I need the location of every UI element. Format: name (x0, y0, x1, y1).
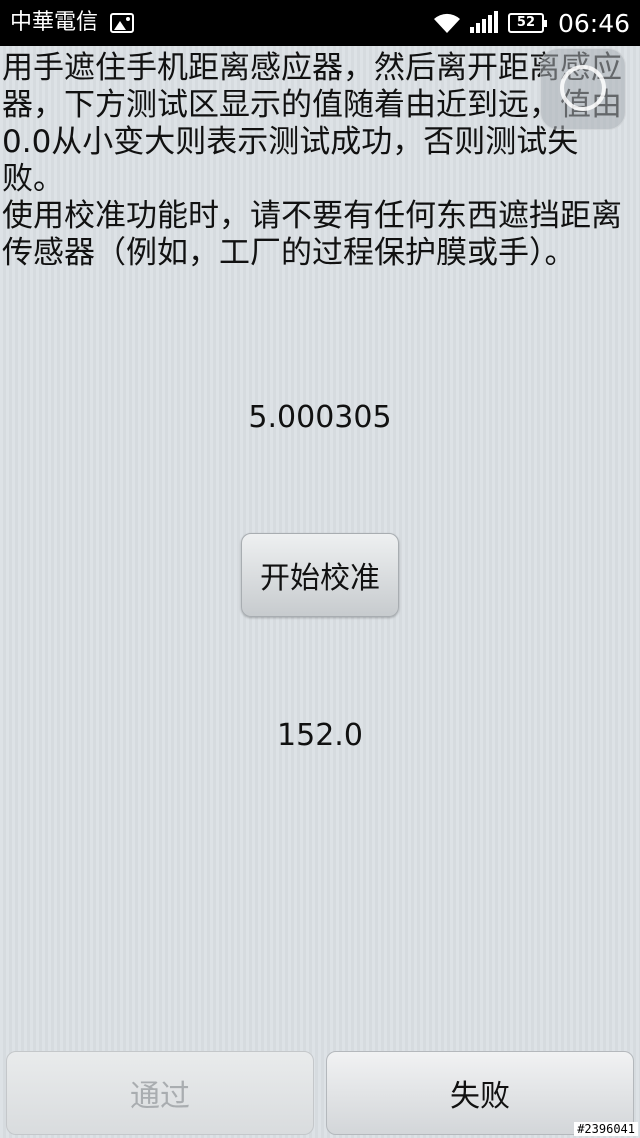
floating-ball-widget[interactable] (540, 48, 626, 130)
start-calibration-button[interactable]: 开始校准 (241, 533, 399, 617)
wifi-icon (433, 13, 460, 33)
status-bar: 中華電信 52 06:46 (0, 0, 640, 46)
floating-ball-ring-icon (560, 65, 606, 111)
status-icons: 52 06:46 (432, 9, 630, 38)
sensor-value: 5.000305 (248, 400, 392, 435)
status-time: 06:46 (557, 8, 630, 38)
carrier-name: 中華電信 (10, 10, 99, 35)
pass-button[interactable]: 通过 (6, 1051, 314, 1135)
instruction-paragraph-2: 使用校准功能时，请不要有任何东西遮挡距离传感器（例如，工厂的过程保护膜或手）。 (2, 198, 622, 271)
signal-icon (469, 11, 498, 33)
battery-icon: 52 (507, 13, 547, 33)
calibration-value: 152.0 (277, 718, 363, 753)
image-notification-icon (110, 13, 135, 33)
watermark: #2396041 (574, 1122, 638, 1136)
